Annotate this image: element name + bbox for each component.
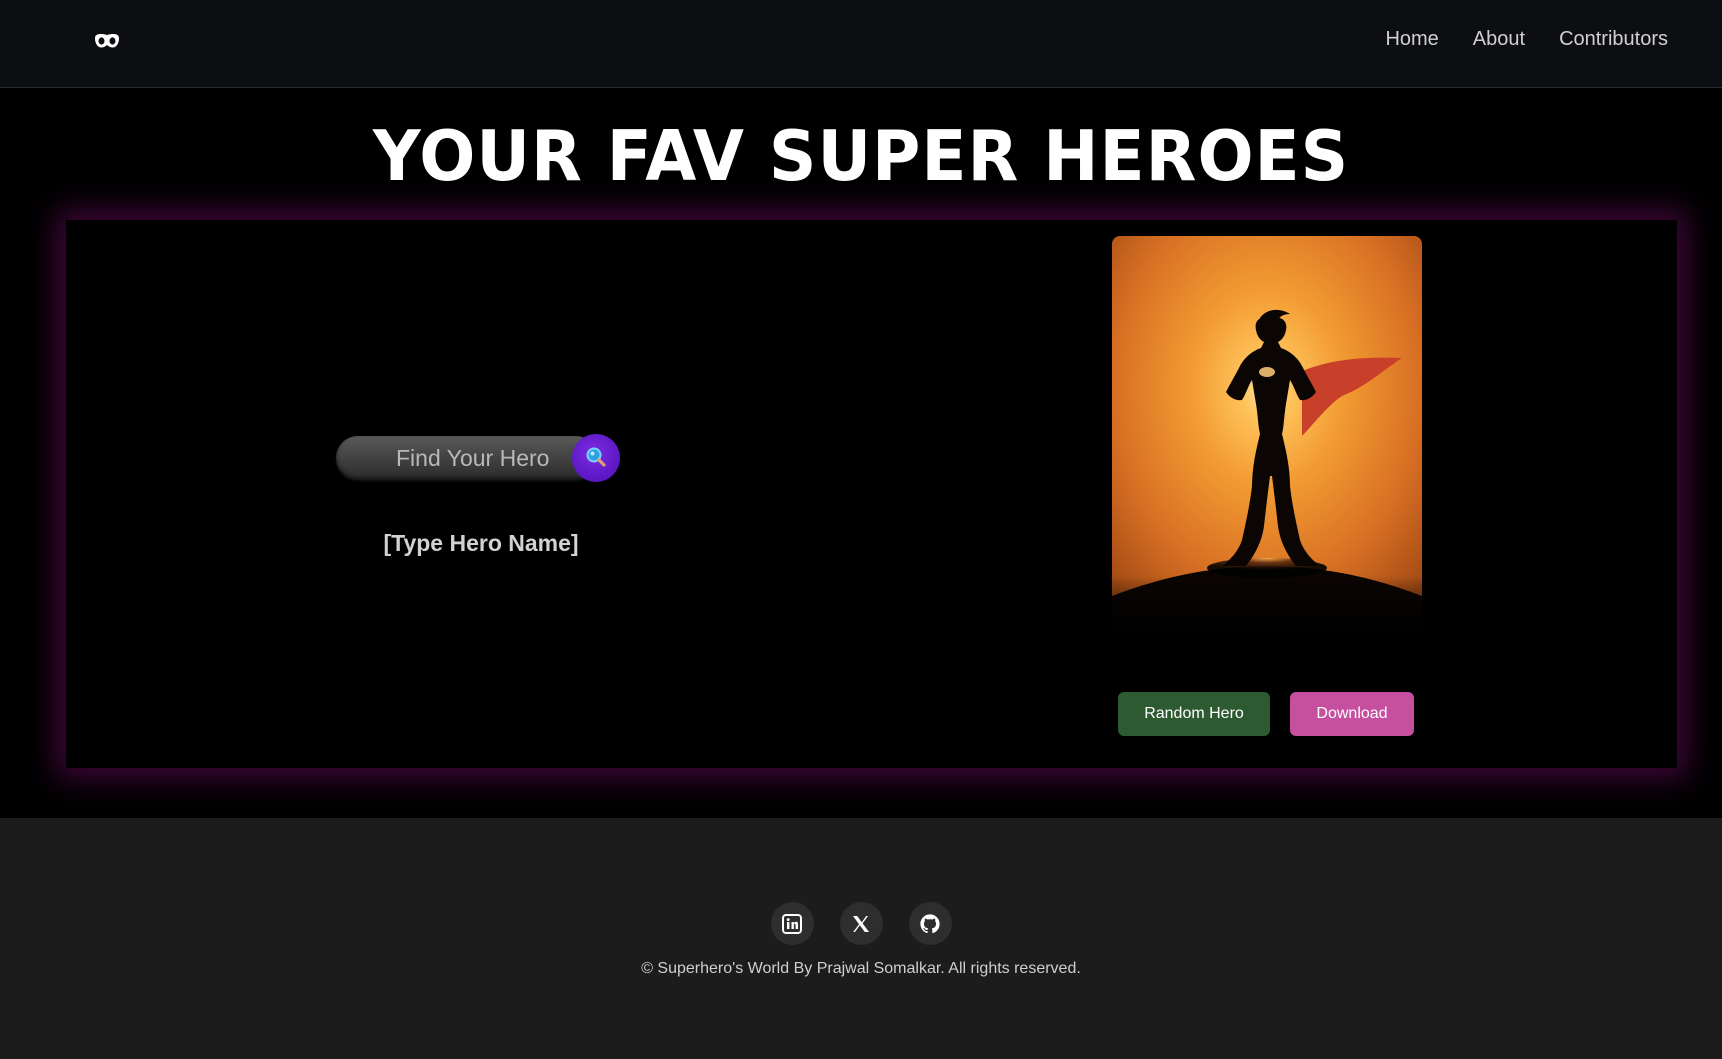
- navbar: Home About Contributors: [0, 0, 1722, 88]
- linkedin-icon[interactable]: [770, 902, 814, 945]
- search-input[interactable]: [336, 436, 598, 480]
- x-icon[interactable]: [839, 902, 883, 945]
- nav-link-contributors[interactable]: Contributors: [1559, 28, 1668, 51]
- download-button[interactable]: Download: [1290, 692, 1414, 736]
- nav-link-home[interactable]: Home: [1385, 28, 1438, 51]
- copyright-text: © Superhero's World By Prajwal Somalkar.…: [641, 960, 1081, 977]
- search-icon: [583, 444, 609, 473]
- random-hero-button[interactable]: Random Hero: [1118, 692, 1270, 736]
- page-title: YOUR FAV SUPER HEROES: [372, 116, 1350, 197]
- github-icon[interactable]: [908, 902, 952, 945]
- nav-links: Home About Contributors: [1385, 28, 1668, 51]
- social-links: [0, 902, 1722, 945]
- hero-image: [1112, 236, 1422, 636]
- footer: © Superhero's World By Prajwal Somalkar.…: [0, 818, 1722, 1059]
- nav-link-about[interactable]: About: [1473, 28, 1525, 51]
- search-button[interactable]: [572, 434, 620, 482]
- hero-card: [Type Hero Name]: [66, 220, 1677, 768]
- search-bar: [336, 434, 626, 482]
- hero-name: [Type Hero Name]: [383, 530, 579, 556]
- mask-icon[interactable]: [92, 30, 122, 54]
